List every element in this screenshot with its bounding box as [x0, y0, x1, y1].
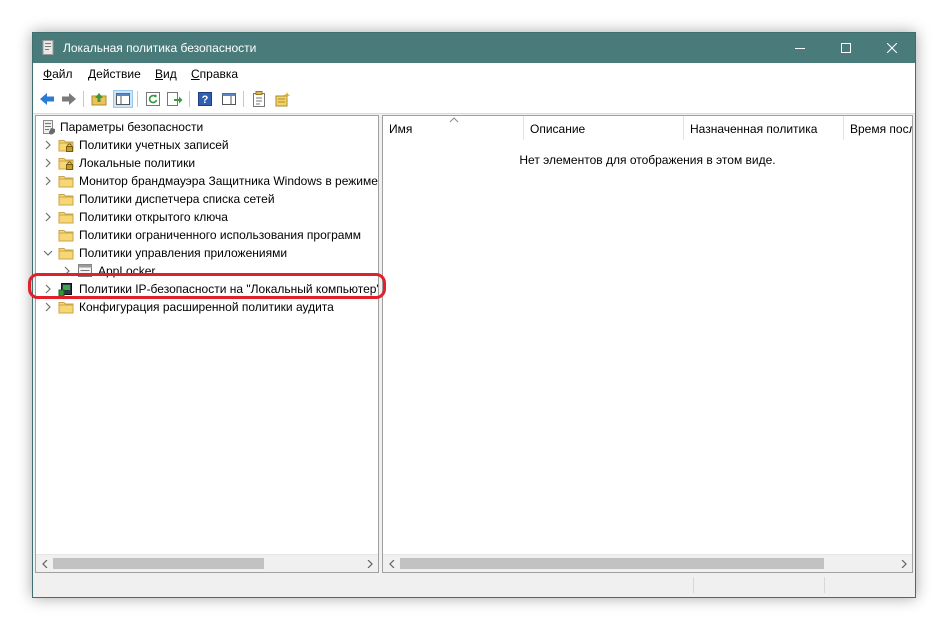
chevron-left-icon [41, 559, 47, 568]
tree-item-label: Локальные политики [79, 156, 196, 170]
back-button[interactable] [37, 90, 57, 108]
export-list-icon [167, 92, 183, 106]
tree-item-software-restriction[interactable]: Политики ограниченного использования про… [36, 226, 378, 244]
chevron-down-icon[interactable] [42, 247, 54, 259]
menu-file[interactable]: Файл [43, 67, 73, 81]
tree-item-label: Параметры безопасности [60, 120, 204, 134]
up-folder-button[interactable] [89, 90, 109, 108]
properties-button[interactable] [249, 90, 269, 108]
chevron-right-icon [367, 559, 373, 568]
menu-action[interactable]: Действие [88, 67, 141, 81]
show-hide-tree-button[interactable] [113, 90, 133, 108]
chevron-right-icon[interactable] [42, 301, 54, 313]
maximize-button[interactable] [823, 33, 869, 63]
app-window: Локальная политика безопасности Файл Дей… [32, 32, 916, 598]
tree-item-public-key-policies[interactable]: Политики открытого ключа [36, 208, 378, 226]
tree-item-app-control-policies[interactable]: Политики управления приложениями [36, 244, 378, 262]
tree-item-advanced-audit-config[interactable]: Конфигурация расширенной политики аудита [36, 298, 378, 316]
security-settings-icon [43, 120, 55, 135]
tree-item-security-settings[interactable]: Параметры безопасности [36, 118, 378, 136]
show-hide-action-pane-icon [222, 93, 236, 105]
navigation-tree-pane: Параметры безопасности Политики учетных з… [35, 115, 379, 573]
maximize-icon [841, 43, 851, 53]
locked-folder-icon [58, 140, 74, 152]
refresh-button[interactable] [143, 90, 163, 108]
minimize-button[interactable] [777, 33, 823, 63]
help-button[interactable]: ? [195, 90, 215, 108]
folder-icon [58, 248, 74, 260]
column-header-assigned-policy[interactable]: Назначенная политика [684, 116, 843, 140]
highlight-annotation [28, 273, 386, 299]
chevron-right-icon[interactable] [42, 175, 54, 187]
empty-list-message: Нет элементов для отображения в этом вид… [519, 153, 776, 167]
tree-item-network-list-policies[interactable]: Политики диспетчера списка сетей [36, 190, 378, 208]
show-hide-action-pane-button[interactable] [219, 90, 239, 108]
new-policy-icon [275, 92, 291, 107]
up-folder-icon [91, 93, 107, 106]
close-icon [887, 43, 897, 53]
toolbar-separator [189, 91, 190, 107]
menu-help[interactable]: Справка [191, 67, 238, 81]
column-header-name[interactable]: Имя [383, 116, 523, 140]
scroll-left-button[interactable] [36, 555, 53, 572]
column-header-description[interactable]: Описание [524, 116, 683, 140]
folder-icon [58, 302, 74, 314]
svg-text:?: ? [202, 94, 209, 106]
tree-item-label: Политики управления приложениями [79, 246, 288, 260]
forward-button[interactable] [59, 90, 79, 108]
folder-icon [58, 176, 74, 188]
status-panel [824, 577, 913, 593]
show-hide-tree-icon [116, 93, 130, 105]
toolbar: ? [33, 85, 915, 114]
title-bar[interactable]: Локальная политика безопасности [33, 33, 915, 63]
menu-view[interactable]: Вид [155, 67, 177, 81]
locked-folder-icon [58, 158, 74, 170]
forward-icon [62, 93, 76, 105]
tree-item-label: Политики диспетчера списка сетей [79, 192, 275, 206]
scroll-right-button[interactable] [895, 555, 912, 572]
sort-ascending-icon [449, 117, 459, 123]
chevron-right-icon[interactable] [42, 211, 54, 223]
tree-item-label: Политики открытого ключа [79, 210, 228, 224]
new-policy-button[interactable] [273, 90, 293, 108]
toolbar-separator [137, 91, 138, 107]
scroll-thumb[interactable] [53, 558, 264, 569]
tree-item-account-policies[interactable]: Политики учетных записей [36, 136, 378, 154]
folder-icon [58, 194, 74, 206]
toolbar-separator [83, 91, 84, 107]
close-button[interactable] [869, 33, 915, 63]
folder-icon [58, 212, 74, 224]
tree-item-label: Конфигурация расширенной политики аудита [79, 300, 334, 314]
back-icon [40, 93, 54, 105]
tree-horizontal-scrollbar[interactable] [36, 554, 378, 572]
scroll-right-button[interactable] [361, 555, 378, 572]
window-title: Локальная политика безопасности [63, 41, 257, 55]
chevron-left-icon [388, 559, 394, 568]
chevron-right-icon [901, 559, 907, 568]
scroll-thumb[interactable] [400, 558, 824, 569]
column-header-last-modified[interactable]: Время последнего изменения [844, 116, 912, 140]
help-icon: ? [198, 92, 212, 106]
chevron-right-icon[interactable] [42, 139, 54, 151]
security-policy-icon [42, 40, 54, 55]
tree-item-label: Политики ограниченного использования про… [79, 228, 361, 242]
tree-item-label: Монитор брандмауэра Защитника Windows в … [79, 174, 378, 188]
status-panel [693, 577, 824, 593]
details-list-pane: Имя Описание Назначенная политика Время … [382, 115, 913, 573]
tree-item-label: Политики учетных записей [79, 138, 229, 152]
list-horizontal-scrollbar[interactable] [383, 554, 912, 572]
tree-item-firewall-monitor[interactable]: Монитор брандмауэра Защитника Windows в … [36, 172, 378, 190]
scroll-left-button[interactable] [383, 555, 400, 572]
minimize-icon [795, 48, 805, 49]
tree-item-local-policies[interactable]: Локальные политики [36, 154, 378, 172]
toolbar-separator [243, 91, 244, 107]
status-bar [35, 575, 913, 595]
menu-bar: Файл Действие Вид Справка [33, 63, 915, 85]
properties-icon [253, 91, 265, 107]
export-list-button[interactable] [165, 90, 185, 108]
folder-icon [58, 230, 74, 242]
chevron-right-icon[interactable] [42, 157, 54, 169]
refresh-icon [146, 92, 160, 106]
